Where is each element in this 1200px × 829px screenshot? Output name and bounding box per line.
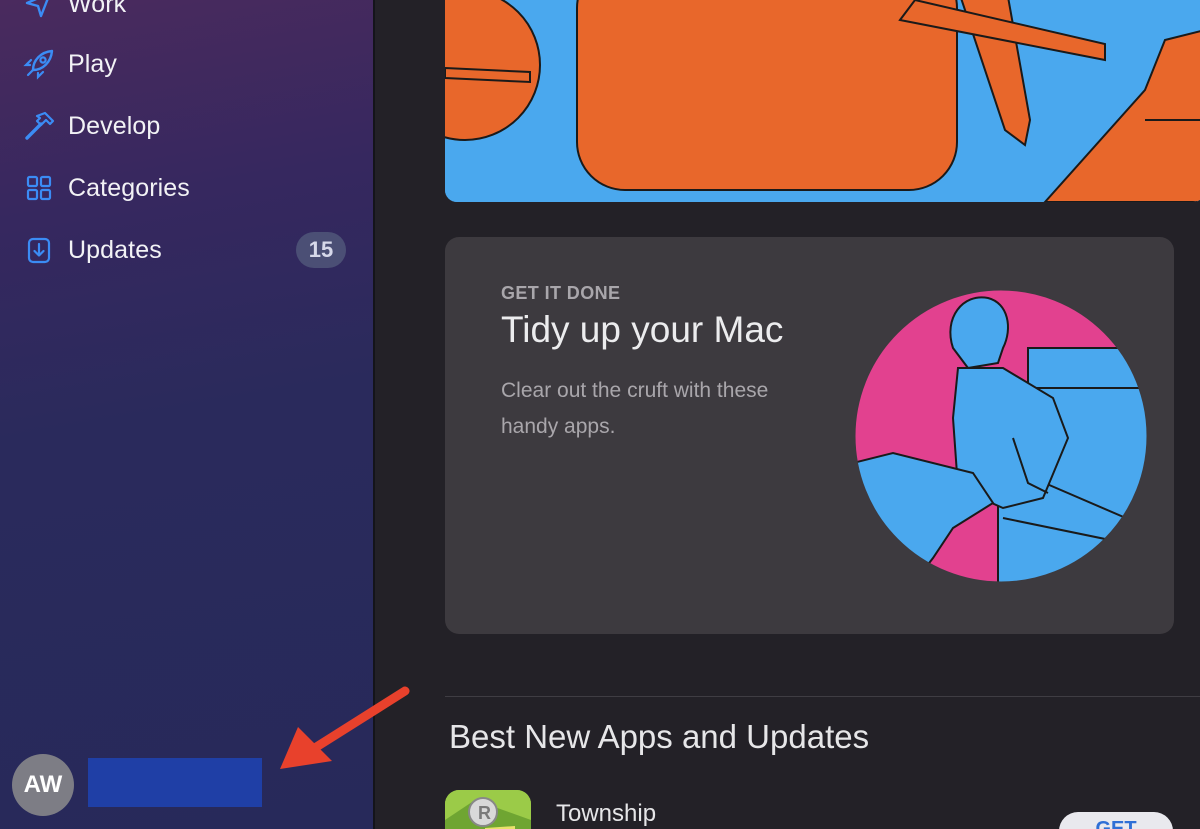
rocket-icon — [22, 47, 56, 81]
grid-icon — [22, 171, 56, 205]
sidebar-item-categories[interactable]: Categories — [22, 164, 352, 212]
get-button[interactable]: GET — [1059, 812, 1173, 829]
sidebar-item-develop[interactable]: Develop — [22, 102, 352, 150]
annotation-arrow — [280, 686, 410, 769]
hammer-icon — [22, 109, 56, 143]
sidebar-item-label: Play — [68, 49, 118, 78]
svg-text:R: R — [478, 803, 491, 823]
updates-count-badge: 15 — [296, 232, 346, 268]
card-eyebrow: GET IT DONE — [501, 283, 621, 303]
section-divider — [445, 696, 1200, 697]
sidebar-item-updates[interactable]: Updates 15 — [22, 226, 352, 274]
sidebar-item-work[interactable]: Work — [22, 0, 352, 28]
section-title: Best New Apps and Updates — [449, 718, 870, 755]
main-content: GET IT DONE Tidy up your Mac Clear out t… — [377, 0, 1200, 829]
card-illustration — [854, 289, 1148, 583]
card-title: Tidy up your Mac — [501, 309, 784, 350]
sidebar-item-label: Develop — [68, 111, 161, 140]
sidebar-item-label: Updates — [68, 235, 162, 264]
avatar[interactable]: AW — [12, 754, 74, 816]
download-icon — [22, 233, 56, 267]
hero-illustration — [445, 0, 1200, 202]
sidebar-item-label: Categories — [68, 173, 190, 202]
card-description: Clear out the cruft with these handy app… — [501, 379, 769, 438]
app-name: Township — [556, 800, 657, 827]
sidebar-item-label: Work — [68, 0, 127, 18]
hero-banner[interactable] — [445, 0, 1200, 202]
sidebar-item-play[interactable]: Play — [22, 40, 352, 88]
paper-plane-icon — [22, 0, 56, 21]
account-name-redaction — [88, 758, 262, 807]
feature-card-tidy-up[interactable]: GET IT DONE Tidy up your Mac Clear out t… — [445, 237, 1174, 634]
township-app-icon[interactable]: R — [445, 790, 531, 829]
